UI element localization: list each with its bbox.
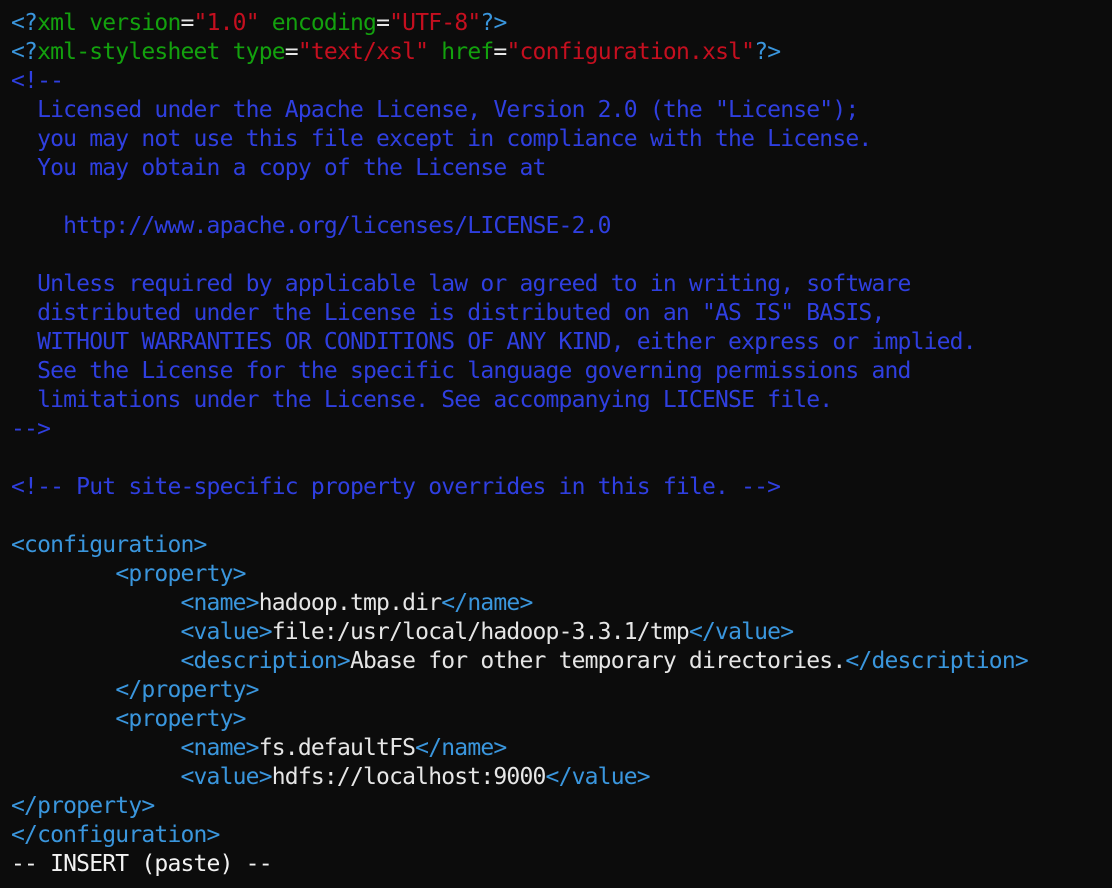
code-token: = [376, 10, 390, 36]
code-token: xml-stylesheet type [37, 39, 286, 65]
code-token: <property> [115, 561, 246, 587]
code-line: <!-- [11, 67, 1109, 96]
code-line: You may obtain a copy of the License at [11, 154, 1109, 183]
code-line: http://www.apache.org/licenses/LICENSE-2… [11, 212, 1109, 241]
code-token: </property> [11, 793, 155, 819]
code-line: </configuration> [11, 821, 1109, 850]
code-token: "1.0" [193, 10, 260, 36]
code-token: hdfs://localhost:9000 [271, 764, 547, 790]
code-token: <? [11, 10, 38, 36]
code-token: "UTF-8" [389, 10, 481, 36]
code-token: <name> [180, 590, 259, 616]
code-token: --> [11, 416, 51, 442]
code-token: <name> [180, 735, 259, 761]
code-token: <value> [180, 764, 272, 790]
code-token: WITHOUT WARRANTIES OR CONDITIONS OF ANY … [11, 329, 977, 355]
code-line: <name>fs.defaultFS</name> [11, 734, 1109, 763]
code-line: <!-- Put site-specific property override… [11, 473, 1109, 502]
code-token: href [441, 39, 494, 65]
code-line: WITHOUT WARRANTIES OR CONDITIONS OF ANY … [11, 328, 1109, 357]
code-token: <property> [115, 706, 246, 732]
code-line: you may not use this file except in comp… [11, 125, 1109, 154]
code-token: <!-- Put site-specific property override… [11, 474, 781, 500]
code-token: <configuration> [11, 532, 207, 558]
code-line: </property> [11, 792, 1109, 821]
code-token: Abase for other temporary directories. [349, 648, 846, 674]
text-buffer[interactable]: <?xml version="1.0" encoding="UTF-8"?> <?… [11, 9, 1109, 850]
code-token: = [284, 39, 299, 65]
code-token: ?> [754, 39, 781, 65]
code-token: See the License for the specific languag… [11, 358, 911, 384]
code-token: http://www.apache.org/licenses/LICENSE-2… [11, 213, 611, 239]
code-token: <!-- [11, 68, 64, 94]
code-line: distributed under the License is distrib… [11, 299, 1109, 328]
code-token: </description> [845, 648, 1028, 674]
code-token: Unless required by applicable law or agr… [11, 271, 911, 297]
code-token: = [493, 39, 507, 65]
code-token: <description> [180, 648, 350, 674]
code-token: <value> [180, 619, 272, 645]
code-token: = [180, 10, 195, 36]
code-token: ?> [480, 10, 507, 36]
code-token: </value> [688, 619, 794, 645]
code-line: <?xml version="1.0" encoding="UTF-8"?> [11, 9, 1109, 38]
vim-editor[interactable]: <?xml version="1.0" encoding="UTF-8"?> <?… [11, 9, 1109, 885]
code-token: limitations under the License. See accom… [11, 387, 833, 413]
code-line: <value>file:/usr/local/hadoop-3.3.1/tmp<… [11, 618, 1109, 647]
code-line: </property> [11, 676, 1109, 705]
code-token: You may obtain a copy of the License at [11, 155, 546, 181]
code-token: </property> [115, 677, 259, 703]
code-line: --> [11, 415, 1109, 444]
code-line: <?xml-stylesheet type="text/xsl" href="c… [11, 38, 1109, 67]
code-token: distributed under the License is distrib… [11, 300, 885, 326]
code-token: encoding [271, 10, 377, 36]
code-token: </name> [441, 590, 533, 616]
code-line: limitations under the License. See accom… [11, 386, 1109, 415]
code-token: <? [11, 39, 38, 65]
code-token: "text/xsl" [297, 39, 429, 65]
code-token: file:/usr/local/hadoop-3.3.1/tmp [271, 619, 690, 645]
code-line: <configuration> [11, 531, 1109, 560]
mode-indicator: -- INSERT (paste) -- [11, 851, 273, 877]
code-token: </name> [415, 735, 507, 761]
code-token: hadoop.tmp.dir [258, 590, 442, 616]
code-line: Unless required by applicable law or agr… [11, 270, 1109, 299]
code-line: Licensed under the Apache License, Versi… [11, 96, 1109, 125]
code-token: </configuration> [11, 822, 220, 848]
code-line: <name>hadoop.tmp.dir</name> [11, 589, 1109, 618]
code-token: </value> [545, 764, 651, 790]
code-token: xml version [37, 10, 181, 36]
code-line: <description>Abase for other temporary d… [11, 647, 1109, 676]
code-token: you may not use this file except in comp… [11, 126, 872, 152]
code-token: Licensed under the Apache License, Versi… [11, 97, 859, 123]
code-line: <value>hdfs://localhost:9000</value> [11, 763, 1109, 792]
code-token: "configuration.xsl" [506, 39, 755, 65]
code-line: <property> [11, 560, 1109, 589]
code-line: See the License for the specific languag… [11, 357, 1109, 386]
code-token: fs.defaultFS [258, 735, 416, 761]
code-line: <property> [11, 705, 1109, 734]
